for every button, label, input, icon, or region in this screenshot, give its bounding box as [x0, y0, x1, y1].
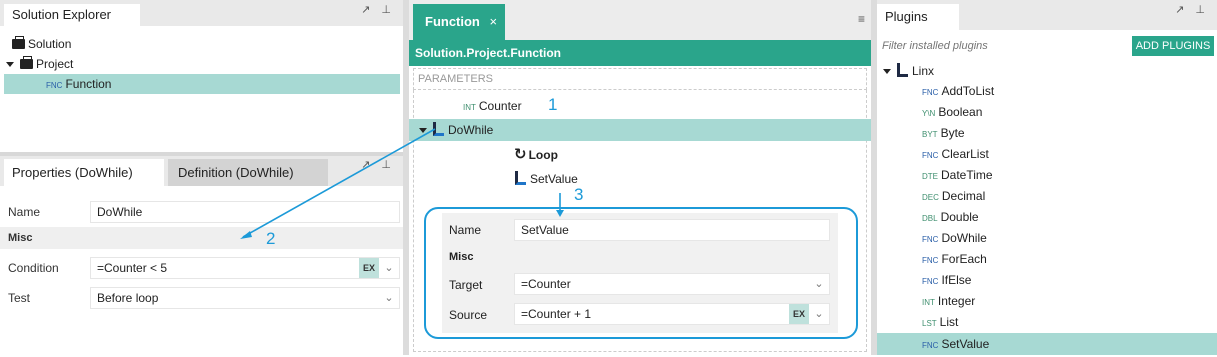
plugin-list: FNC AddToList Y\N Boolean BYT Byte FNC Clear… [877, 81, 1217, 355]
plugin-item-label: Double [940, 210, 979, 224]
type-badge: BYT [922, 130, 938, 139]
plugin-item-label: AddToList [941, 84, 995, 98]
type-badge: FNC [922, 277, 939, 286]
plugin-item-label: Decimal [941, 189, 986, 203]
plugin-item[interactable]: DBL Double [877, 207, 1217, 227]
pin-icon[interactable]: ↗ ⊥ [1175, 3, 1209, 16]
plugin-group-label: Linx [912, 64, 935, 78]
add-plugins-button[interactable]: ADD PLUGINS [1132, 36, 1214, 56]
plugin-item-label: Boolean [938, 105, 983, 119]
callout-arrow-2 [242, 128, 436, 238]
plugin-filter-input[interactable] [879, 36, 1129, 56]
type-badge: FNC [922, 341, 939, 350]
type-badge: FNC [922, 88, 939, 97]
chevron-down-icon[interactable] [883, 69, 891, 75]
plugin-group-linx[interactable]: Linx [877, 61, 1217, 81]
plugin-item[interactable]: Y\N Boolean [877, 102, 1217, 122]
plugin-item-label: DateTime [941, 168, 993, 182]
type-badge: LST [922, 319, 937, 328]
type-badge: DEC [922, 193, 939, 202]
type-badge: INT [922, 298, 935, 307]
plugin-item-label: SetValue [941, 337, 990, 351]
callout-arrowhead-3 [556, 210, 564, 217]
linx-icon [897, 63, 908, 77]
callout-arrowhead-2 [240, 231, 252, 239]
type-badge: FNC [922, 151, 939, 160]
type-badge: DTE [922, 172, 938, 181]
plugin-item-label: IfElse [941, 273, 972, 287]
plugin-item-label: DoWhile [941, 231, 987, 245]
plugins-pane: Plugins ↗ ⊥ ADD PLUGINS Linx FNCAddToLis… [877, 0, 1217, 355]
plugins-tab[interactable]: Plugins [877, 4, 959, 30]
plugin-item-label: Integer [937, 294, 976, 308]
plugin-item[interactable]: BYT Byte [877, 123, 1217, 143]
plugin-item[interactable]: FNC DoWhile [877, 228, 1217, 248]
plugin-item[interactable]: FNC AddToList [877, 81, 1217, 101]
plugin-item[interactable]: INT Integer [877, 291, 1217, 311]
plugin-item-label: List [939, 315, 959, 329]
plugins-header: Plugins ↗ ⊥ [877, 0, 1217, 30]
plugin-item[interactable]: LST List [877, 312, 1217, 332]
plugin-item-label: ClearList [941, 147, 989, 161]
plugin-item-label: ForEach [941, 252, 987, 266]
type-badge: DBL [922, 214, 938, 223]
plugin-item[interactable]: FNC SetValue [877, 333, 1217, 355]
plugin-item[interactable]: FNC IfElse [877, 270, 1217, 290]
plugin-item[interactable]: DEC Decimal [877, 186, 1217, 206]
plugin-item[interactable]: FNC ClearList [877, 144, 1217, 164]
plugin-item-label: Byte [940, 126, 965, 140]
type-badge: FNC [922, 256, 939, 265]
plugin-item[interactable]: FNC ForEach [877, 249, 1217, 269]
plugin-item[interactable]: DTE DateTime [877, 165, 1217, 185]
type-badge: FNC [922, 235, 939, 244]
type-badge: Y\N [922, 109, 936, 118]
